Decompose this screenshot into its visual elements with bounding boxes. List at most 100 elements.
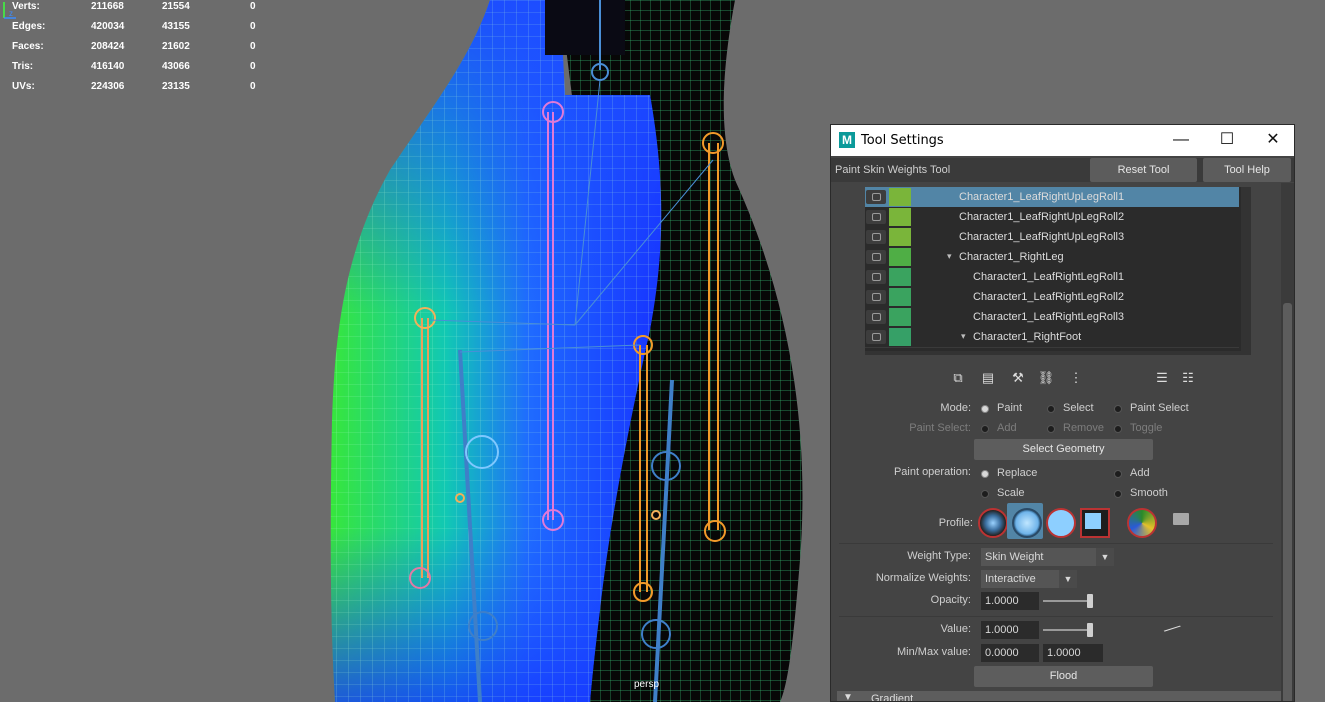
lock-icon[interactable] — [866, 190, 886, 204]
lock-icon[interactable] — [866, 330, 886, 344]
axis-gizmo-icon: z — [3, 2, 16, 19]
title-bar[interactable]: M Tool Settings — ☐ ✕ — [831, 125, 1294, 156]
influence-row[interactable]: ▾ Character1_RightLeg — [865, 247, 1239, 268]
sort-list-icon[interactable]: ☰ — [1153, 369, 1171, 387]
divider — [839, 616, 1273, 617]
influence-color-swatch[interactable] — [889, 308, 911, 326]
window-scrollbar[interactable] — [1281, 183, 1294, 701]
stat-row-uvs: UVs: 224306 23135 0 — [12, 81, 256, 92]
influence-color-swatch[interactable] — [889, 248, 911, 266]
minimize-button[interactable]: — — [1158, 125, 1204, 156]
profile-gaussian-icon[interactable] — [978, 508, 1008, 538]
paste-weights-icon[interactable]: ▤ — [979, 369, 997, 387]
chevron-down-icon: ▼ — [1096, 548, 1114, 566]
influence-row[interactable]: Character1_LeafRightUpLegRoll3 — [865, 227, 1239, 248]
expand-arrow-icon[interactable]: ▾ — [947, 251, 952, 262]
influence-color-swatch[interactable] — [889, 208, 911, 226]
lock-icon[interactable] — [866, 250, 886, 264]
collapse-arrow-icon: ▼ — [843, 692, 853, 702]
paint-operation-label: Paint operation: — [893, 466, 971, 478]
reset-tool-button[interactable]: Reset Tool — [1090, 158, 1197, 182]
move-weights-icon[interactable]: ⛓ — [1037, 369, 1055, 387]
weight-type-dropdown[interactable]: Skin Weight ▼ — [981, 548, 1114, 566]
maya-logo-icon: M — [839, 132, 855, 148]
max-value-field[interactable]: 1.0000 — [1043, 644, 1103, 662]
stat-row-tris: Tris: 416140 43066 0 — [12, 61, 256, 72]
tool-settings-panel: Character1_LeafRightUpLegRoll1 Character1… — [831, 183, 1281, 702]
profile-solid-icon[interactable] — [1046, 508, 1076, 538]
camera-label: persp — [634, 679, 660, 690]
weight-type-label: Weight Type: — [907, 550, 971, 562]
influence-name: Character1_LeafRightUpLegRoll2 — [959, 211, 1125, 223]
window-title: Tool Settings — [861, 133, 944, 148]
expand-arrow-icon[interactable]: ▾ — [961, 331, 966, 342]
influence-name: Character1_RightLeg — [959, 251, 1064, 263]
opacity-field[interactable]: 1.0000 — [981, 592, 1039, 610]
value-slider[interactable] — [1043, 623, 1093, 637]
influence-name: Character1_LeafRightUpLegRoll3 — [959, 231, 1125, 243]
influence-list[interactable]: Character1_LeafRightUpLegRoll1 Character1… — [865, 187, 1251, 355]
influence-name: Character1_LeafRightUpLegRoll1 — [959, 191, 1125, 203]
influence-row[interactable]: Character1_LeafRightLegRoll3 — [865, 307, 1239, 328]
profile-label: Profile: — [938, 517, 973, 529]
influence-row[interactable]: Character1_LeafRightLegRoll2 — [865, 287, 1239, 308]
influence-name: Character1_LeafRightLegRoll3 — [973, 311, 1125, 323]
influence-row[interactable]: Character1_LeafRightUpLegRoll2 — [865, 207, 1239, 228]
weight-hammer-icon[interactable]: ⚒ — [1009, 369, 1027, 387]
influence-row[interactable]: Character1_LeafRightUpLegRoll1 — [865, 187, 1239, 208]
divider — [839, 543, 1273, 544]
lock-icon[interactable] — [866, 210, 886, 224]
influence-list-scrollbar[interactable] — [1241, 187, 1251, 355]
paint-select-label: Paint Select: — [909, 422, 971, 434]
show-influences-icon[interactable]: ⋮ — [1067, 369, 1085, 387]
influence-name: Character1_RightFoot — [973, 331, 1082, 343]
window-scrollbar-thumb[interactable] — [1283, 303, 1292, 701]
stat-row-verts: Verts: 211668 21554 0 — [12, 1, 256, 12]
flood-button[interactable]: Flood — [974, 666, 1153, 687]
tree-view-icon[interactable]: ☷ — [1179, 369, 1197, 387]
tool-header: Paint Skin Weights Tool Reset Tool Tool … — [831, 158, 1294, 182]
close-button[interactable]: ✕ — [1250, 125, 1294, 156]
influence-color-swatch[interactable] — [889, 328, 911, 346]
opacity-slider-handle[interactable] — [1087, 594, 1093, 608]
stat-row-edges: Edges: 420034 43155 0 — [12, 21, 256, 32]
chevron-down-icon: ▼ — [1059, 570, 1077, 588]
gradient-section-label: Gradient — [871, 693, 914, 702]
folder-icon[interactable] — [1173, 513, 1189, 525]
influence-name: Character1_LeafRightLegRoll1 — [973, 271, 1125, 283]
normalize-weights-label: Normalize Weights: — [875, 572, 971, 584]
copy-weights-icon[interactable]: ⧉ — [949, 369, 967, 387]
min-value-field[interactable]: 0.0000 — [981, 644, 1039, 662]
value-slider-handle[interactable] — [1087, 623, 1093, 637]
profile-texture-icon[interactable] — [1127, 508, 1157, 538]
opacity-label: Opacity: — [930, 594, 971, 606]
stat-row-faces: Faces: 208424 21602 0 — [12, 41, 256, 52]
value-field[interactable]: 1.0000 — [981, 621, 1039, 639]
value-label: Value: — [940, 623, 971, 635]
opacity-slider[interactable] — [1043, 594, 1093, 608]
influence-color-swatch[interactable] — [889, 188, 911, 206]
select-geometry-button[interactable]: Select Geometry — [974, 439, 1153, 460]
lock-icon[interactable] — [866, 290, 886, 304]
lock-icon[interactable] — [866, 230, 886, 244]
influence-name: Character1_LeafRightLegRoll2 — [973, 291, 1125, 303]
influence-row[interactable]: ▾ Character1_RightFoot — [865, 327, 1239, 348]
minmax-label: Min/Max value: — [897, 646, 971, 658]
influence-list-hscrollbar[interactable] — [865, 351, 1241, 355]
influence-color-swatch[interactable] — [889, 228, 911, 246]
maximize-button[interactable]: ☐ — [1204, 125, 1250, 156]
influence-color-swatch[interactable] — [889, 268, 911, 286]
profile-soft-icon[interactable] — [1012, 508, 1042, 538]
normalize-weights-dropdown[interactable]: Interactive ▼ — [981, 570, 1077, 588]
poly-count-hud: Verts: 211668 21554 0 Edges: 420034 43155 0 Fa… — [12, 1, 272, 101]
tool-settings-window: M Tool Settings — ☐ ✕ Paint Skin Weights… — [830, 124, 1295, 702]
tool-name: Paint Skin Weights Tool — [835, 164, 951, 176]
influence-color-swatch[interactable] — [889, 288, 911, 306]
lock-icon[interactable] — [866, 310, 886, 324]
profile-square-icon[interactable] — [1080, 508, 1110, 538]
gradient-section-header[interactable]: ▼ Gradient — [837, 691, 1281, 702]
eyedropper-icon[interactable]: ╱ — [1159, 616, 1184, 641]
lock-icon[interactable] — [866, 270, 886, 284]
tool-help-button[interactable]: Tool Help — [1203, 158, 1291, 182]
influence-row[interactable]: Character1_LeafRightLegRoll1 — [865, 267, 1239, 288]
